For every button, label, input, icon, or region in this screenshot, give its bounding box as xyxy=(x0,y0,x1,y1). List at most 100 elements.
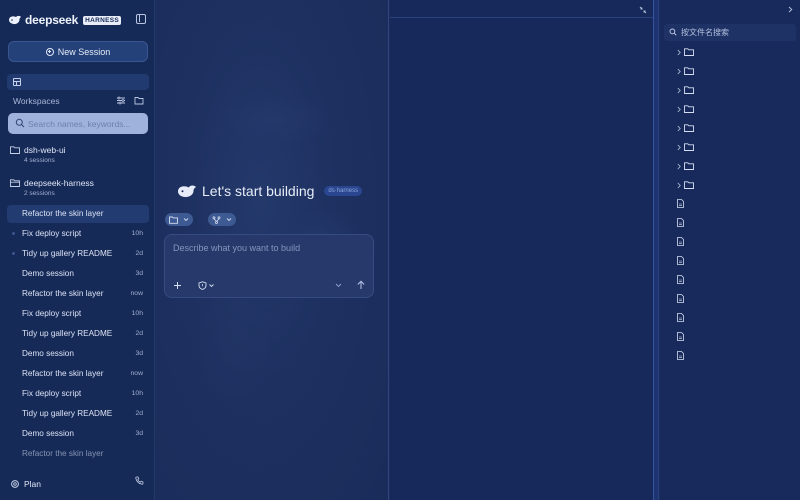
chevron-down-icon xyxy=(183,218,189,222)
search-icon xyxy=(669,28,677,36)
file-icon xyxy=(677,294,684,303)
session-title: Refactor the skin layer xyxy=(22,209,104,218)
folder-row[interactable] xyxy=(674,121,794,137)
collapse-arrows-icon[interactable] xyxy=(639,6,647,14)
session-item[interactable]: Fix deploy script 10h xyxy=(7,225,149,243)
session-item[interactable]: Tidy up gallery README 2d xyxy=(7,245,149,263)
folder-row[interactable] xyxy=(674,140,794,156)
plan-label[interactable]: Plan xyxy=(24,479,41,489)
session-item[interactable]: Refactor the skin layer now xyxy=(7,365,149,383)
folder-icon xyxy=(10,146,20,154)
chevron-down-icon[interactable] xyxy=(335,283,342,288)
session-time: 3d xyxy=(135,270,143,277)
folder-icon xyxy=(684,181,694,189)
chat-panel: Let's start building ds·harness xyxy=(155,0,389,500)
file-explorer xyxy=(660,0,800,500)
file-icon xyxy=(677,313,684,322)
file-icon xyxy=(677,275,684,284)
session-item[interactable]: Fix deploy script 10h xyxy=(7,385,149,403)
file-icon xyxy=(677,332,684,341)
chevron-right-icon xyxy=(677,182,681,189)
folder-icon xyxy=(684,105,694,113)
session-title: Refactor the skin layer xyxy=(22,449,104,458)
session-item[interactable]: Tidy up gallery README 2d xyxy=(7,325,149,343)
phone-icon[interactable] xyxy=(135,476,144,485)
file-row[interactable] xyxy=(674,197,794,213)
folder-icon xyxy=(684,124,694,132)
session-item[interactable]: Refactor the skin layer xyxy=(7,205,149,223)
file-row[interactable] xyxy=(674,216,794,232)
sidebar-footer: Plan xyxy=(0,474,155,500)
welcome-header: Let's start building ds·harness xyxy=(177,183,363,199)
session-title: Fix deploy script xyxy=(22,229,82,238)
folder-icon xyxy=(684,48,694,56)
welcome-title: Let's start building xyxy=(202,183,315,199)
workspace-name: deepseek-harness xyxy=(24,178,94,188)
file-row[interactable] xyxy=(674,292,794,308)
file-icon xyxy=(677,199,684,208)
session-item[interactable]: Demo session 3d xyxy=(7,265,149,283)
session-status-dot xyxy=(12,232,15,235)
folder-row[interactable] xyxy=(674,45,794,61)
session-item[interactable]: Refactor the skin layer xyxy=(7,445,149,463)
session-item[interactable]: Fix deploy script 10h xyxy=(7,305,149,323)
session-title: Fix deploy script xyxy=(22,309,82,318)
sidebar-toggle-icon[interactable] xyxy=(136,14,146,24)
session-search xyxy=(8,113,148,134)
branch-picker-chip[interactable] xyxy=(208,213,236,226)
filter-icon[interactable] xyxy=(116,96,126,105)
session-title: Tidy up gallery README xyxy=(22,249,113,258)
session-time: 2d xyxy=(135,330,143,337)
chevron-right-icon xyxy=(677,68,681,75)
folder-icon xyxy=(684,162,694,170)
search-icon xyxy=(15,118,25,128)
chevron-right-icon xyxy=(677,144,681,151)
session-item[interactable]: Demo session 3d xyxy=(7,345,149,363)
layout-icon xyxy=(13,78,21,86)
brand-badge: HARNESS xyxy=(83,15,121,25)
folder-add-icon[interactable] xyxy=(134,96,144,105)
folder-icon xyxy=(169,216,178,224)
file-row[interactable] xyxy=(674,273,794,289)
shield-icon[interactable] xyxy=(198,281,216,290)
session-time: 3d xyxy=(135,430,143,437)
session-item[interactable]: Tidy up gallery README 2d xyxy=(7,405,149,423)
layout-view-button[interactable] xyxy=(7,74,149,90)
session-search-input[interactable] xyxy=(28,116,143,131)
chevron-down-icon xyxy=(226,218,232,222)
folder-row[interactable] xyxy=(674,102,794,118)
session-title: Demo session xyxy=(22,269,74,278)
session-item[interactable]: Refactor the skin layer now xyxy=(7,285,149,303)
chevron-right-icon[interactable] xyxy=(788,6,793,13)
session-time: 10h xyxy=(131,310,143,317)
folder-row[interactable] xyxy=(674,178,794,194)
new-session-button[interactable]: New Session xyxy=(8,41,148,62)
folder-row[interactable] xyxy=(674,83,794,99)
gear-icon[interactable] xyxy=(10,479,20,489)
whale-logo-icon xyxy=(178,185,196,198)
chevron-right-icon xyxy=(677,106,681,113)
session-title: Refactor the skin layer xyxy=(22,289,104,298)
send-arrow-icon[interactable] xyxy=(356,280,366,290)
chevron-right-icon xyxy=(677,49,681,56)
branch-icon xyxy=(212,215,221,224)
session-time: now xyxy=(130,290,143,297)
session-title: Demo session xyxy=(22,429,74,438)
folder-row[interactable] xyxy=(674,64,794,80)
plus-icon[interactable] xyxy=(173,281,182,290)
preview-pane xyxy=(390,0,653,500)
file-row[interactable] xyxy=(674,235,794,251)
file-row[interactable] xyxy=(674,254,794,270)
prompt-input[interactable] xyxy=(173,243,363,259)
folder-picker-chip[interactable] xyxy=(165,213,193,226)
file-row[interactable] xyxy=(674,349,794,365)
folder-row[interactable] xyxy=(674,159,794,175)
session-item[interactable]: Demo session 3d xyxy=(7,425,149,443)
file-search-input[interactable] xyxy=(681,26,791,39)
file-row[interactable] xyxy=(674,311,794,327)
file-row[interactable] xyxy=(674,330,794,346)
brand-logo: deepseek HARNESS xyxy=(8,12,121,28)
workspaces-heading: Workspaces xyxy=(13,96,60,106)
preview-toolbar xyxy=(390,0,653,18)
panel-resize-handle[interactable] xyxy=(653,0,659,500)
